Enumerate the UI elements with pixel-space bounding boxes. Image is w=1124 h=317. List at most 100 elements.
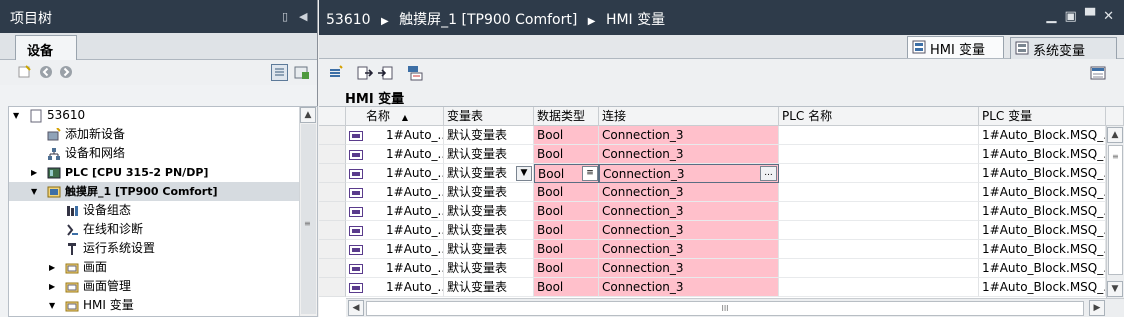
expanded-icon[interactable]: ▼ — [49, 296, 55, 315]
tree-scroll-thumb[interactable]: ≡ — [301, 124, 316, 314]
cell-tag-table[interactable]: 默认变量表 — [444, 145, 534, 164]
tree-item[interactable]: 运行系统设置 — [9, 239, 299, 258]
row-header[interactable] — [319, 278, 346, 297]
tree-scrollbar[interactable]: ▲ ≡ — [299, 107, 317, 316]
row-header[interactable] — [319, 202, 346, 221]
table-horizontal-scrollbar[interactable]: ◀ III ▶ — [346, 298, 1124, 317]
cell-tag-table[interactable]: 默认变量表 — [444, 202, 534, 221]
table-scroll-down-icon[interactable]: ▼ — [1107, 281, 1123, 297]
cell-data-type[interactable]: Bool — [534, 259, 599, 278]
pin-icon[interactable]: ▯ — [282, 10, 288, 23]
data-type-picker-icon[interactable]: ≡ — [582, 166, 598, 181]
tree-item[interactable]: 在线和诊断 — [9, 220, 299, 239]
cell-plc-tag[interactable]: 1#Auto_Block.MSQ_... — [979, 126, 1106, 145]
cell-tag-table[interactable]: 默认变量表 — [444, 259, 534, 278]
tree-item[interactable]: 设备和网络 — [9, 144, 299, 163]
row-header[interactable] — [319, 183, 346, 202]
cell-connection[interactable]: Connection_3 — [599, 164, 779, 183]
cell-tag-table[interactable]: 默认变量表 — [444, 240, 534, 259]
cell-plc-name[interactable] — [779, 126, 979, 145]
new-item-icon[interactable] — [17, 65, 31, 79]
cell-connection[interactable]: Connection_3 — [599, 202, 779, 221]
cell-tag-table[interactable]: 默认变量表 — [444, 221, 534, 240]
cell-name[interactable]: 1#Auto_... — [346, 164, 444, 183]
cell-name[interactable]: 1#Auto_... — [346, 126, 444, 145]
details-view-icon[interactable] — [293, 64, 310, 81]
cell-name[interactable]: 1#Auto_... — [346, 278, 444, 297]
column-header-tag-table[interactable]: 变量表 — [444, 107, 534, 126]
column-header-connection[interactable]: 连接 — [599, 107, 779, 126]
tree-item[interactable]: ▶ 画面管理 — [9, 277, 299, 296]
cell-name[interactable]: 1#Auto_... — [346, 183, 444, 202]
cell-plc-tag[interactable]: 1#Auto_Block.MSQ_... — [979, 164, 1106, 183]
breadcrumb-current[interactable]: HMI 变量 — [606, 12, 665, 28]
column-settings-icon[interactable] — [407, 65, 423, 81]
table-scroll-left-icon[interactable]: ◀ — [348, 300, 364, 316]
connection-browse-button[interactable]: ... — [760, 166, 777, 181]
table-options-icon[interactable] — [1090, 65, 1106, 81]
cell-plc-name[interactable] — [779, 183, 979, 202]
breadcrumb-device[interactable]: 触摸屏_1 [TP900 Comfort] — [399, 12, 577, 28]
cell-plc-tag[interactable]: 1#Auto_Block.MSQ_... — [979, 145, 1106, 164]
tree-item[interactable]: ▼ 53610 — [9, 106, 299, 125]
cell-plc-tag[interactable]: 1#Auto_Block.MSQ_... — [979, 278, 1106, 297]
row-header[interactable] — [319, 126, 346, 145]
overview-view-icon[interactable] — [271, 64, 288, 81]
table-vertical-scrollbar[interactable]: ▲ ≡ ▼ — [1106, 126, 1124, 298]
tree-item[interactable]: ▶ PLC [CPU 315-2 PN/DP] — [9, 163, 299, 182]
cell-data-type[interactable]: Bool — [534, 202, 599, 221]
add-tag-icon[interactable] — [328, 65, 344, 81]
cell-data-type[interactable]: Bool — [534, 240, 599, 259]
cell-plc-name[interactable] — [779, 202, 979, 221]
row-header[interactable] — [319, 221, 346, 240]
row-header[interactable] — [319, 145, 346, 164]
cell-name[interactable]: 1#Auto_... — [346, 240, 444, 259]
cell-name[interactable]: 1#Auto_... — [346, 202, 444, 221]
cell-data-type[interactable]: Bool — [534, 221, 599, 240]
cell-connection[interactable]: Connection_3 — [599, 240, 779, 259]
collapsed-icon[interactable]: ▶ — [49, 277, 55, 296]
tree-item[interactable]: ▶ 画面 — [9, 258, 299, 277]
expanded-icon[interactable]: ▼ — [13, 106, 19, 125]
cell-plc-name[interactable] — [779, 164, 979, 183]
cell-data-type[interactable]: Bool — [534, 145, 599, 164]
table-scroll-up-icon[interactable]: ▲ — [1107, 127, 1123, 143]
tag-table-dropdown-icon[interactable]: ▼ — [516, 166, 532, 181]
cell-connection[interactable]: Connection_3 — [599, 221, 779, 240]
row-header[interactable] — [319, 240, 346, 259]
tab-system-tags[interactable]: 系统变量 — [1010, 37, 1117, 59]
tab-devices[interactable]: 设备 — [15, 35, 77, 60]
table-scroll-right-icon[interactable]: ▶ — [1089, 300, 1105, 316]
scroll-up-icon[interactable]: ▲ — [300, 107, 316, 123]
tree-item[interactable]: 添加新设备 — [9, 125, 299, 144]
collapsed-icon[interactable]: ▶ — [31, 163, 37, 182]
tree-item[interactable]: 设备组态 — [9, 201, 299, 220]
cell-connection[interactable]: Connection_3 — [599, 126, 779, 145]
table-hscroll-thumb[interactable]: III — [366, 301, 1084, 316]
column-header-data-type[interactable]: 数据类型 — [534, 107, 599, 126]
cell-plc-name[interactable] — [779, 259, 979, 278]
cell-tag-table[interactable]: 默认变量表 — [444, 183, 534, 202]
forward-icon[interactable] — [59, 65, 73, 79]
table-vscroll-thumb[interactable]: ≡ — [1108, 145, 1123, 275]
expanded-icon[interactable]: ▼ — [31, 182, 37, 201]
column-header-name[interactable]: 名称 ▲ — [346, 107, 444, 126]
cell-plc-name[interactable] — [779, 145, 979, 164]
cell-connection[interactable]: Connection_3 — [599, 183, 779, 202]
cell-plc-tag[interactable]: 1#Auto_Block.MSQ_... — [979, 240, 1106, 259]
cell-plc-tag[interactable]: 1#Auto_Block.MSQ_... — [979, 259, 1106, 278]
window-controls[interactable]: ▁ ▣ ▀ ✕ — [1046, 9, 1116, 24]
cell-connection[interactable]: Connection_3 — [599, 278, 779, 297]
column-header-plc-tag[interactable]: PLC 变量 — [979, 107, 1106, 126]
cell-plc-name[interactable] — [779, 240, 979, 259]
collapsed-icon[interactable]: ▶ — [49, 258, 55, 277]
row-header[interactable] — [319, 259, 346, 278]
collapse-panel-icon[interactable]: ◀ — [299, 10, 307, 23]
cell-plc-name[interactable] — [779, 221, 979, 240]
breadcrumb-project[interactable]: 53610 — [326, 12, 371, 28]
cell-plc-tag[interactable]: 1#Auto_Block.MSQ_... — [979, 183, 1106, 202]
back-icon[interactable] — [39, 65, 53, 79]
tree-item[interactable]: ▼ HMI 变量 — [9, 296, 299, 315]
cell-plc-tag[interactable]: 1#Auto_Block.MSQ_... — [979, 221, 1106, 240]
cell-name[interactable]: 1#Auto_... — [346, 145, 444, 164]
